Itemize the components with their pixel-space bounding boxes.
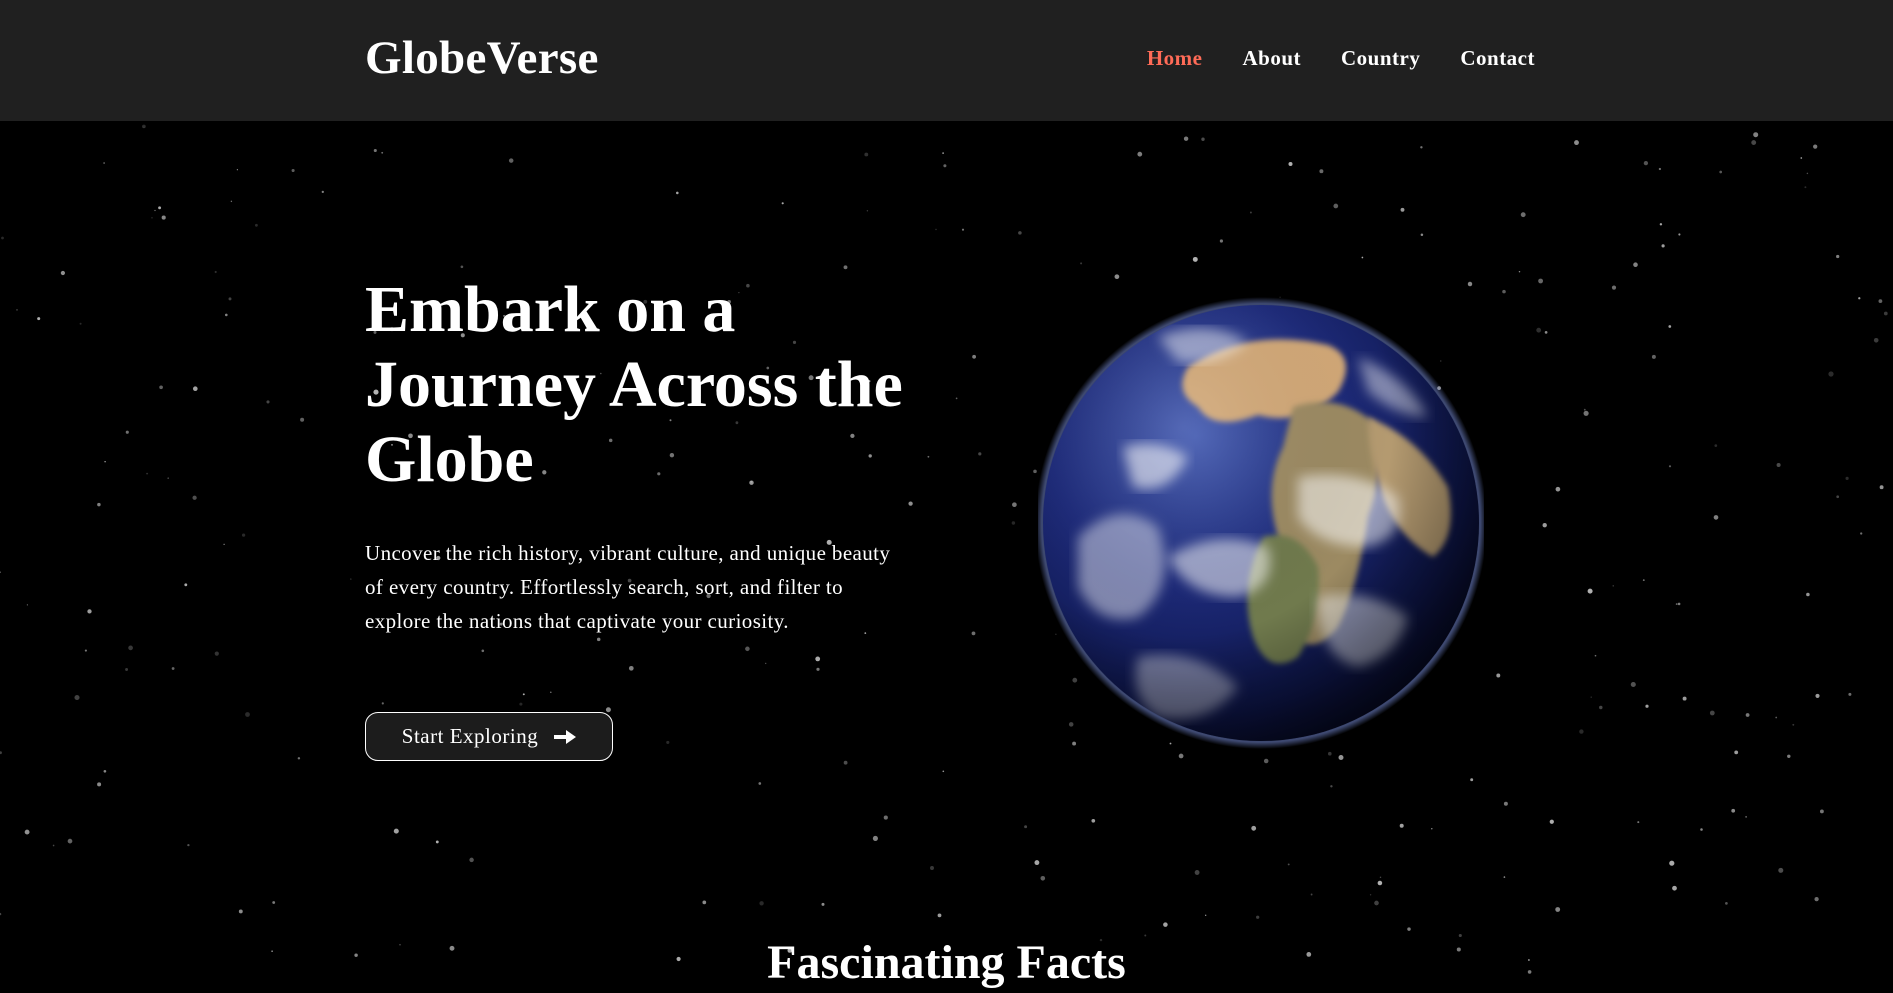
main-nav: Home About Country Contact xyxy=(1147,44,1535,72)
top-navbar: GlobeVerse Home About Country Contact xyxy=(0,0,1893,121)
start-exploring-label: Start Exploring xyxy=(401,724,539,748)
nav-country-link[interactable]: Country xyxy=(1341,44,1420,72)
hero-description: Uncover the rich history, vibrant cultur… xyxy=(365,541,891,633)
nav-contact-link[interactable]: Contact xyxy=(1460,44,1535,72)
nav-about-link[interactable]: About xyxy=(1242,44,1301,72)
arrow-right-icon xyxy=(554,729,577,744)
facts-section-title: Fascinating Facts xyxy=(767,936,1126,989)
start-exploring-button[interactable]: Start Exploring xyxy=(365,712,613,761)
nav-home-link[interactable]: Home xyxy=(1147,44,1203,72)
hero-title: Embark on a Journey Across the Globe xyxy=(365,273,903,496)
site-logo[interactable]: GlobeVerse xyxy=(365,30,599,86)
starfield-background xyxy=(0,124,1888,974)
earth-globe-image xyxy=(1035,297,1487,749)
